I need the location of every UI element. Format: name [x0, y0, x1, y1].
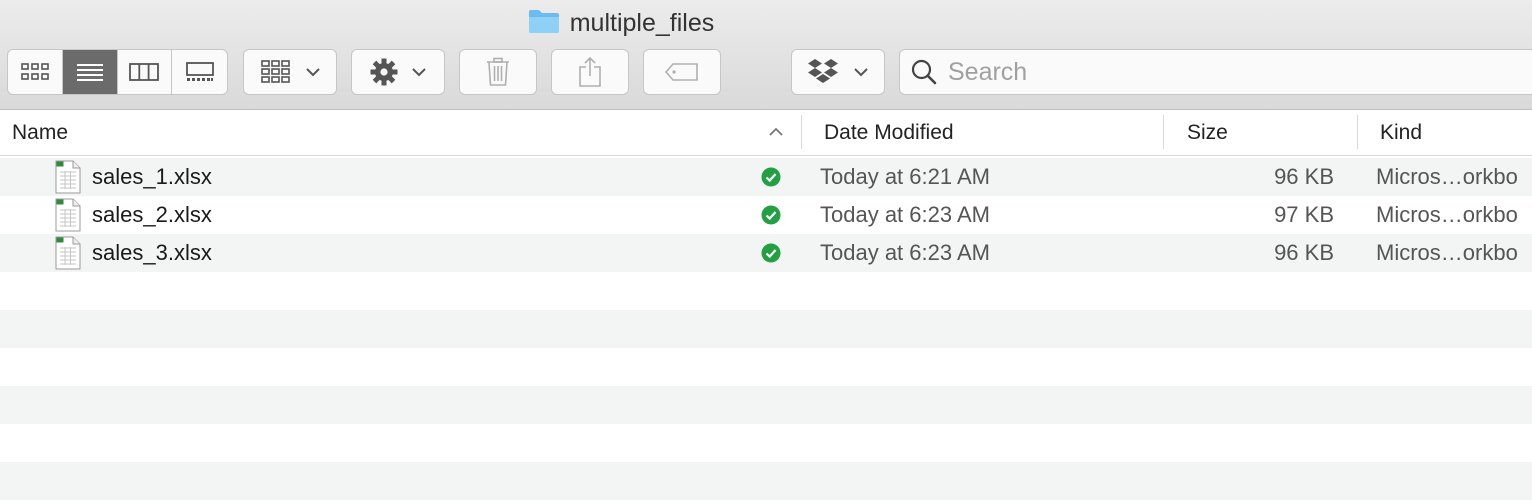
trash-button[interactable] [459, 49, 537, 95]
share-button[interactable] [551, 49, 629, 95]
file-date: Today at 6:21 AM [820, 164, 990, 189]
search-icon [911, 59, 937, 85]
file-kind: Micros…orkbo [1376, 240, 1518, 265]
sync-check-icon [761, 205, 781, 230]
file-size: 96 KB [1274, 164, 1334, 189]
file-date: Today at 6:23 AM [820, 240, 990, 265]
empty-row [0, 386, 1532, 424]
empty-row [0, 348, 1532, 386]
file-kind: Micros…orkbo [1376, 164, 1518, 189]
share-icon [579, 56, 601, 87]
empty-row [0, 272, 1532, 310]
gear-icon [370, 58, 398, 86]
group-by-button[interactable] [243, 49, 337, 95]
file-size: 96 KB [1274, 240, 1334, 265]
column-date-modified[interactable]: Date Modified [824, 110, 954, 156]
list-view-button[interactable] [62, 50, 118, 94]
group-grid-icon [261, 60, 290, 83]
gallery-view-button[interactable] [172, 50, 227, 94]
chevron-down-icon [412, 68, 426, 77]
empty-row [0, 424, 1532, 462]
column-name[interactable]: Name [12, 110, 68, 156]
column-size-label: Size [1187, 121, 1228, 144]
action-menu-button[interactable] [351, 49, 445, 95]
spreadsheet-file-icon [55, 236, 81, 275]
window-title: multiple_files [569, 8, 715, 37]
grid-icon [21, 63, 49, 80]
column-size[interactable]: Size [1187, 110, 1228, 156]
file-row[interactable]: sales_3.xlsx Today at 6:23 AM 96 KB Micr… [0, 234, 1532, 272]
column-divider[interactable] [801, 115, 802, 149]
view-mode-segmented-control [7, 49, 228, 95]
columns-icon [129, 63, 160, 81]
file-row[interactable]: sales_2.xlsx Today at 6:23 AM 97 KB Micr… [0, 196, 1532, 234]
file-date: Today at 6:23 AM [820, 202, 990, 227]
search-field[interactable] [899, 49, 1532, 95]
window-title-bar: multiple_files [0, 6, 1532, 40]
toolbar: multiple_files [0, 0, 1532, 110]
file-name: sales_1.xlsx [92, 164, 212, 189]
sort-ascending-icon[interactable] [768, 127, 784, 137]
trash-icon [487, 57, 509, 86]
sync-check-icon [761, 243, 781, 268]
column-divider[interactable] [1357, 115, 1358, 149]
icon-view-button[interactable] [8, 50, 63, 94]
spreadsheet-file-icon [55, 198, 81, 237]
file-name: sales_2.xlsx [92, 202, 212, 227]
column-name-label: Name [12, 121, 69, 144]
column-divider[interactable] [1163, 115, 1164, 149]
file-row[interactable]: sales_1.xlsx Today at 6:21 AM 96 KB Micr… [0, 158, 1532, 196]
tag-icon [664, 63, 698, 81]
chevron-down-icon [306, 68, 320, 77]
chevron-down-icon [854, 68, 868, 77]
list-icon [76, 64, 103, 81]
column-header: Name Date Modified Size Kind [0, 110, 1532, 156]
column-kind-label: Kind [1380, 121, 1423, 144]
file-size: 97 KB [1274, 202, 1334, 227]
dropbox-button[interactable] [791, 49, 885, 95]
search-input[interactable] [946, 56, 1450, 88]
gallery-icon [185, 62, 214, 81]
column-view-button[interactable] [118, 50, 173, 94]
dropbox-icon [808, 59, 838, 83]
folder-icon [528, 8, 560, 39]
spreadsheet-file-icon [55, 160, 81, 199]
tag-button[interactable] [643, 49, 721, 95]
file-name: sales_3.xlsx [92, 240, 212, 265]
column-kind[interactable]: Kind [1380, 110, 1422, 156]
file-kind: Micros…orkbo [1376, 202, 1518, 227]
empty-row [0, 310, 1532, 348]
column-date-label: Date Modified [824, 121, 954, 144]
sync-check-icon [761, 167, 781, 192]
empty-row [0, 462, 1532, 500]
